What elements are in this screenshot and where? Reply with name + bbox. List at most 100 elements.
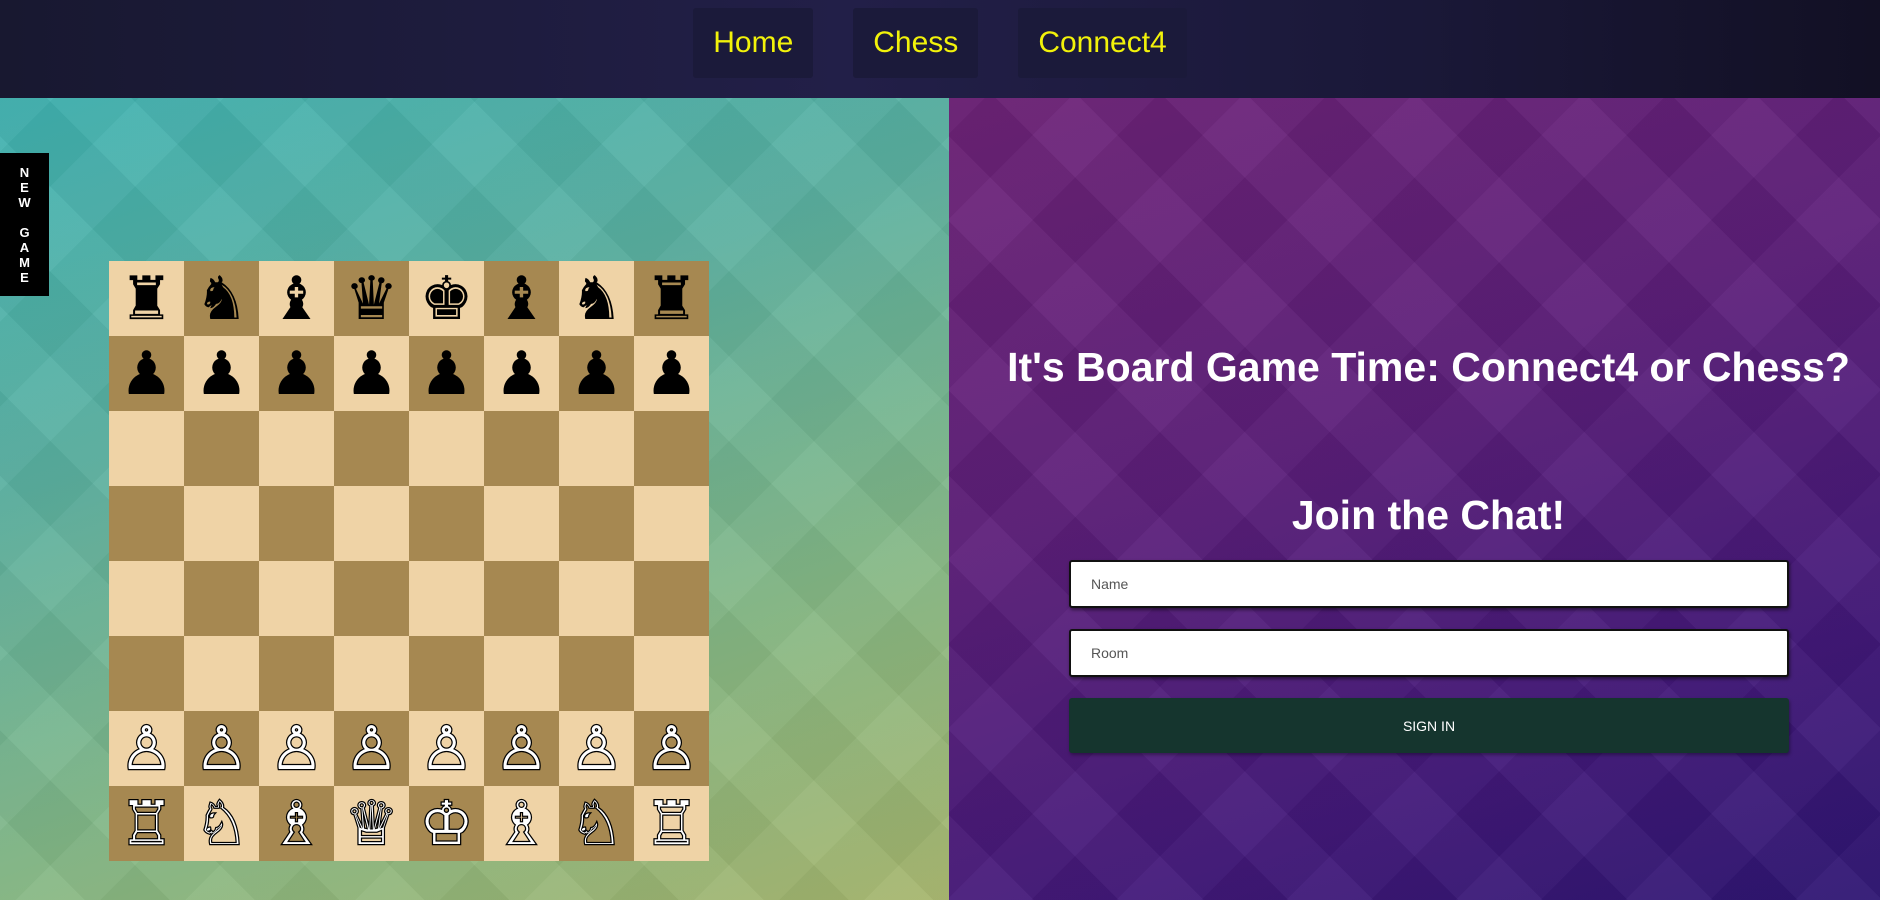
black-pawn-piece[interactable]: ♟ — [120, 344, 174, 404]
board-square[interactable] — [559, 486, 634, 561]
board-square[interactable]: ♖ — [634, 786, 709, 861]
white-pawn-piece[interactable]: ♙ — [268, 717, 324, 780]
black-pawn-piece[interactable]: ♟ — [645, 344, 699, 404]
board-square[interactable] — [259, 561, 334, 636]
board-square[interactable] — [559, 411, 634, 486]
board-square[interactable]: ♝ — [484, 261, 559, 336]
white-rook-piece[interactable]: ♖ — [118, 792, 174, 855]
board-square[interactable]: ♟ — [259, 336, 334, 411]
board-square[interactable] — [184, 411, 259, 486]
board-square[interactable] — [409, 486, 484, 561]
board-square[interactable] — [184, 636, 259, 711]
white-pawn-piece[interactable]: ♙ — [343, 717, 399, 780]
board-square[interactable] — [484, 636, 559, 711]
board-square[interactable]: ♙ — [484, 711, 559, 786]
board-square[interactable]: ♙ — [634, 711, 709, 786]
white-pawn-piece[interactable]: ♙ — [568, 717, 624, 780]
name-input[interactable] — [1069, 560, 1789, 608]
nav-home-button[interactable]: Home — [693, 8, 814, 78]
board-square[interactable] — [259, 636, 334, 711]
board-square[interactable] — [634, 561, 709, 636]
board-square[interactable] — [634, 486, 709, 561]
board-square[interactable]: ♚ — [409, 261, 484, 336]
board-square[interactable]: ♙ — [334, 711, 409, 786]
room-input[interactable] — [1069, 629, 1789, 677]
board-square[interactable]: ♖ — [109, 786, 184, 861]
black-king-piece[interactable]: ♚ — [420, 269, 474, 329]
board-square[interactable] — [109, 486, 184, 561]
board-square[interactable]: ♛ — [334, 261, 409, 336]
white-pawn-piece[interactable]: ♙ — [643, 717, 699, 780]
board-square[interactable] — [184, 486, 259, 561]
board-square[interactable] — [634, 636, 709, 711]
board-square[interactable]: ♟ — [334, 336, 409, 411]
white-queen-piece[interactable]: ♕ — [343, 792, 399, 855]
board-square[interactable]: ♔ — [409, 786, 484, 861]
black-bishop-piece[interactable]: ♝ — [495, 269, 549, 329]
board-square[interactable]: ♘ — [559, 786, 634, 861]
white-knight-piece[interactable]: ♘ — [568, 792, 624, 855]
black-bishop-piece[interactable]: ♝ — [270, 269, 324, 329]
black-knight-piece[interactable]: ♞ — [570, 269, 624, 329]
board-square[interactable]: ♕ — [334, 786, 409, 861]
board-square[interactable]: ♙ — [559, 711, 634, 786]
black-pawn-piece[interactable]: ♟ — [270, 344, 324, 404]
black-pawn-piece[interactable]: ♟ — [495, 344, 549, 404]
black-rook-piece[interactable]: ♜ — [645, 269, 699, 329]
board-square[interactable] — [109, 636, 184, 711]
black-pawn-piece[interactable]: ♟ — [195, 344, 249, 404]
board-square[interactable] — [559, 636, 634, 711]
board-square[interactable] — [334, 561, 409, 636]
board-square[interactable]: ♙ — [109, 711, 184, 786]
board-square[interactable]: ♟ — [559, 336, 634, 411]
board-square[interactable] — [334, 636, 409, 711]
board-square[interactable]: ♟ — [484, 336, 559, 411]
black-knight-piece[interactable]: ♞ — [195, 269, 249, 329]
board-square[interactable]: ♟ — [184, 336, 259, 411]
white-knight-piece[interactable]: ♘ — [193, 792, 249, 855]
white-rook-piece[interactable]: ♖ — [643, 792, 699, 855]
white-pawn-piece[interactable]: ♙ — [118, 717, 174, 780]
board-square[interactable] — [184, 561, 259, 636]
white-bishop-piece[interactable]: ♗ — [268, 792, 324, 855]
board-square[interactable] — [484, 411, 559, 486]
board-square[interactable]: ♘ — [184, 786, 259, 861]
board-square[interactable]: ♞ — [184, 261, 259, 336]
board-square[interactable]: ♙ — [259, 711, 334, 786]
black-pawn-piece[interactable]: ♟ — [345, 344, 399, 404]
board-square[interactable]: ♟ — [409, 336, 484, 411]
white-pawn-piece[interactable]: ♙ — [493, 717, 549, 780]
board-square[interactable] — [409, 561, 484, 636]
sign-in-button[interactable]: SIGN IN — [1069, 698, 1789, 753]
board-square[interactable]: ♞ — [559, 261, 634, 336]
board-square[interactable]: ♗ — [484, 786, 559, 861]
board-square[interactable] — [484, 486, 559, 561]
board-square[interactable]: ♜ — [634, 261, 709, 336]
white-pawn-piece[interactable]: ♙ — [418, 717, 474, 780]
board-square[interactable] — [109, 561, 184, 636]
board-square[interactable] — [259, 411, 334, 486]
board-square[interactable] — [484, 561, 559, 636]
board-square[interactable]: ♝ — [259, 261, 334, 336]
black-rook-piece[interactable]: ♜ — [120, 269, 174, 329]
white-pawn-piece[interactable]: ♙ — [193, 717, 249, 780]
board-square[interactable]: ♟ — [634, 336, 709, 411]
board-square[interactable] — [109, 411, 184, 486]
nav-connect4-button[interactable]: Connect4 — [1018, 8, 1187, 78]
board-square[interactable] — [634, 411, 709, 486]
nav-chess-button[interactable]: Chess — [853, 8, 979, 78]
board-square[interactable] — [334, 411, 409, 486]
board-square[interactable]: ♙ — [409, 711, 484, 786]
black-pawn-piece[interactable]: ♟ — [570, 344, 624, 404]
board-square[interactable] — [409, 636, 484, 711]
black-queen-piece[interactable]: ♛ — [345, 269, 399, 329]
board-square[interactable] — [409, 411, 484, 486]
board-square[interactable]: ♙ — [184, 711, 259, 786]
board-square[interactable] — [334, 486, 409, 561]
board-square[interactable]: ♜ — [109, 261, 184, 336]
board-square[interactable] — [259, 486, 334, 561]
board-square[interactable]: ♟ — [109, 336, 184, 411]
black-pawn-piece[interactable]: ♟ — [420, 344, 474, 404]
white-king-piece[interactable]: ♔ — [418, 792, 474, 855]
board-square[interactable]: ♗ — [259, 786, 334, 861]
